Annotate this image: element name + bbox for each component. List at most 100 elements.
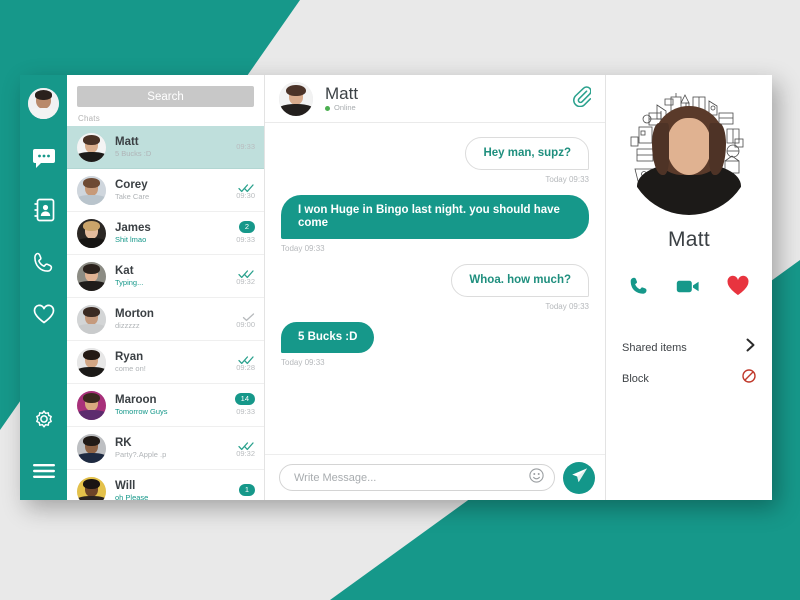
chat-row-james[interactable]: James Shit lmao 2 09:33 [67, 212, 264, 255]
message-timestamp: Today 09:33 [545, 175, 589, 184]
composer-field[interactable] [279, 464, 555, 491]
chat-row-name: Corey [115, 178, 148, 191]
double-check-icon [238, 438, 255, 450]
avatar-illustration [77, 304, 106, 334]
chat-row-rk[interactable]: RK Party?.Apple .p 09:32 [67, 427, 264, 470]
profile-name: Matt [667, 228, 711, 251]
attach-button[interactable] [572, 85, 592, 112]
chat-row-name: Will [115, 479, 136, 492]
chat-row-name: James [115, 221, 151, 234]
conversation-title: Matt [325, 84, 359, 103]
rail-item-calls[interactable] [31, 249, 57, 275]
single-check-icon [242, 309, 255, 321]
chat-row-name: RK [115, 436, 132, 449]
avatar-illustration [279, 81, 313, 116]
chat-row-preview: Typing... [115, 277, 144, 287]
chat-row-meta: 09:28 [229, 352, 255, 373]
profile-call-button[interactable] [629, 276, 650, 302]
conversation-status: Online [325, 103, 572, 113]
conversation-header: Matt Online [265, 75, 605, 123]
profile-actions [629, 275, 750, 302]
chat-row-avatar [77, 390, 106, 420]
profile-row-label: Block [622, 372, 649, 385]
smiley-face-icon [529, 467, 544, 488]
message-group: Whoa. how much? Today 09:33 [281, 264, 589, 311]
message-group: I won Huge in Bingo last night. you shou… [281, 195, 589, 253]
rail-item-chats[interactable] [31, 145, 57, 171]
chat-row-avatar [77, 175, 106, 205]
profile-rows: Shared items Block [606, 332, 772, 394]
chat-row-text: RK Party?.Apple .p [115, 437, 229, 460]
chat-row-text: Will oh Please [115, 480, 229, 501]
chat-row-time: 09:32 [236, 448, 255, 458]
chat-row-preview: Tomorrow Guys [115, 406, 168, 416]
search-input[interactable] [77, 86, 254, 107]
profile-video-call-button[interactable] [676, 278, 700, 300]
chat-list-pane: Chats Matt5 Bucks :D 09:33 CoreyTake Care 0… [67, 75, 265, 500]
gear-icon [32, 409, 56, 433]
chat-row-will[interactable]: Will oh Please 1 [67, 470, 264, 500]
chat-row-preview: dizzzzz [115, 320, 140, 330]
chat-row-kat[interactable]: Kat Typing... 09:32 [67, 255, 264, 298]
chat-row-meta: 09:32 [229, 438, 255, 459]
message-bubble: I won Huge in Bingo last night. you shou… [281, 195, 589, 239]
chat-row-avatar [77, 433, 106, 463]
chat-row-meta: 1 [229, 484, 255, 498]
chat-row-ryan[interactable]: Ryan come on! 09:28 [67, 341, 264, 384]
chat-row-avatar [77, 218, 106, 248]
chat-row-corey[interactable]: Corey Take Care 09:30 [67, 169, 264, 212]
conversation-pane: Matt Online Hey man, supz? Today 09:33 I w… [265, 75, 606, 500]
chat-row-text: Matt 5 Bucks :D [115, 136, 229, 159]
rail-item-menu[interactable] [31, 458, 57, 484]
chat-row-avatar [77, 132, 106, 162]
chat-row-name: Morton [115, 307, 154, 320]
message-bubble: 5 Bucks :D [281, 322, 375, 353]
rail-item-favorites[interactable] [31, 301, 57, 327]
chat-row-text: Maroon Tomorrow Guys [115, 394, 229, 417]
chat-row-name: Matt [115, 135, 139, 148]
profile-row-shared-items[interactable]: Shared items [622, 332, 756, 363]
conversation-avatar[interactable] [279, 81, 313, 116]
chat-row-text: Kat Typing... [115, 265, 229, 288]
app-window: Chats Matt5 Bucks :D09:33CoreyTake Care0… [20, 75, 772, 500]
rail-item-settings[interactable] [31, 408, 57, 434]
phone-icon [629, 276, 650, 302]
profile-favorite-button[interactable] [726, 275, 750, 302]
chat-row-text: Corey Take Care [115, 179, 229, 202]
chat-row-avatar [77, 261, 106, 291]
message-group: 5 Bucks :D Today 09:33 [281, 322, 589, 367]
message-timestamp: Today 09:33 [281, 244, 325, 253]
chat-row-morton[interactable]: Morton dizzzzz 09:00 [67, 298, 264, 341]
hamburger-menu-icon [32, 463, 56, 479]
chat-row-preview: oh Please [115, 492, 149, 501]
chat-row-time: 09:00 [236, 319, 255, 329]
rail-user-avatar[interactable] [28, 88, 59, 119]
chat-row-time: 09:33 [236, 142, 255, 151]
chat-row-meta: 2 09:33 [229, 221, 255, 245]
avatar-illustration [77, 347, 106, 377]
send-paper-plane-icon [571, 467, 588, 489]
chat-row-time: 09:33 [236, 407, 255, 416]
rail-item-contacts[interactable] [31, 197, 57, 223]
chat-row-name: Kat [115, 264, 134, 277]
chat-row-matt[interactable]: Matt 5 Bucks :D 09:33 [67, 126, 264, 169]
chat-row-preview: come on! [115, 363, 146, 373]
chat-row-meta: 09:33 [229, 142, 255, 152]
avatar-illustration [77, 218, 106, 248]
conversation-status-label: Online [334, 103, 356, 112]
emoji-button[interactable] [529, 467, 544, 488]
chat-row-maroon[interactable]: Maroon Tomorrow Guys 14 09:33 [67, 384, 264, 427]
message-timestamp: Today 09:33 [545, 302, 589, 311]
avatar-illustration [77, 175, 106, 205]
avatar-illustration [77, 433, 106, 463]
chats-section-label: Chats [78, 114, 100, 123]
double-check-icon [238, 352, 255, 364]
block-icon [742, 369, 756, 388]
chat-row-name: Ryan [115, 350, 144, 363]
avatar-illustration [28, 88, 59, 119]
unread-badge: 14 [234, 393, 255, 405]
send-button[interactable] [563, 461, 595, 494]
chat-row-meta: 09:00 [229, 309, 255, 330]
profile-row-block[interactable]: Block [622, 363, 756, 394]
message-input[interactable] [294, 471, 529, 484]
